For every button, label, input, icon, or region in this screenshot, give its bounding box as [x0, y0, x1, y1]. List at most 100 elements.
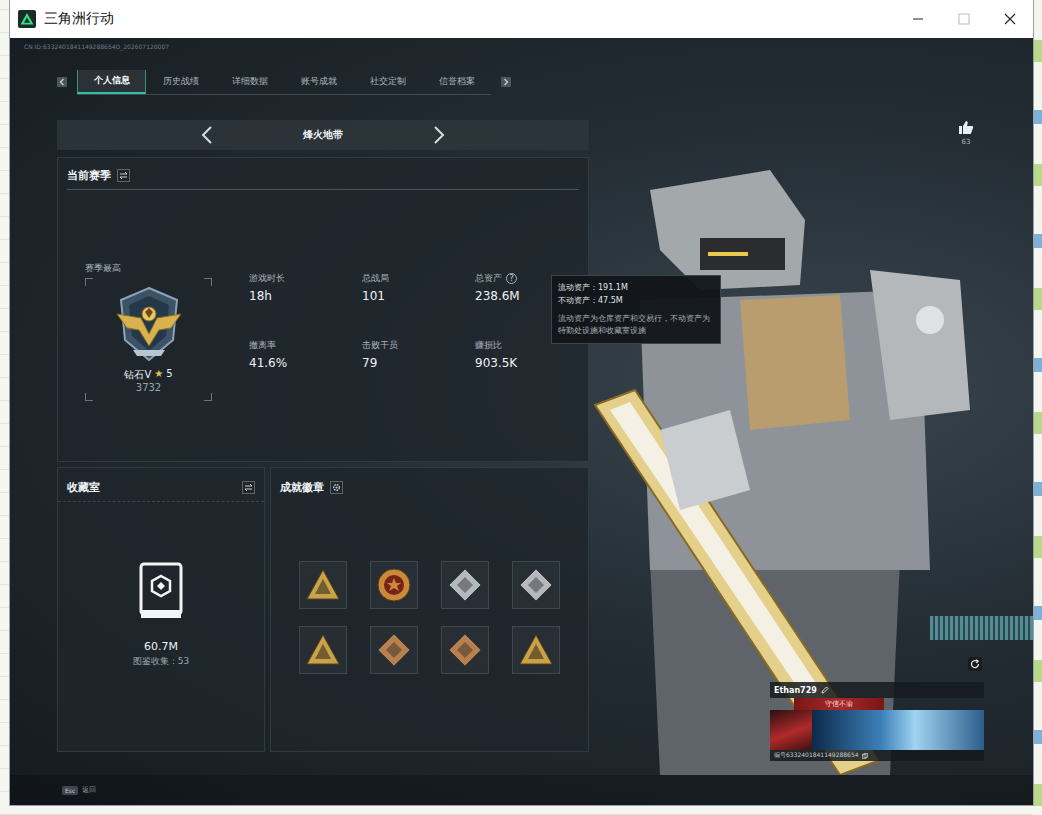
bottom-panels: 收藏室 60.7M 图鉴收集：53 成就徽章 — [57, 467, 589, 752]
swap-icon[interactable] — [242, 481, 255, 494]
stats-grid: 游戏时长18h总战局101总资产?238.6M撤离率41.6%击败干员79赚损比… — [249, 272, 588, 401]
tab[interactable]: 个人信息 — [77, 70, 146, 94]
badge[interactable] — [512, 561, 560, 609]
tab-next-icon[interactable] — [501, 77, 511, 87]
tab-bar: 个人信息历史战绩详细数据账号成就社交定制信誉档案 — [77, 70, 491, 95]
mode-next-icon[interactable] — [433, 126, 445, 144]
swap-icon[interactable] — [117, 169, 130, 182]
stat-label: 击败干员 — [362, 339, 398, 352]
stat-label-row: 总战局 — [362, 272, 475, 285]
season-panel: 当前赛季赛季最高钻石V★53732游戏时长18h总战局101总资产?238.6M… — [57, 157, 589, 462]
mode-prev-icon[interactable] — [201, 126, 213, 144]
stat-item: 撤离率 41.6% — [249, 339, 362, 370]
rank-score: 3732 — [136, 382, 161, 393]
badge[interactable] — [370, 626, 418, 674]
tooltip-note: 流动资产为仓库资产和交易行，不动资产为特勤处设施和收藏室设施 — [558, 313, 714, 337]
badge-emblem-icon — [447, 632, 483, 668]
light-strip — [930, 616, 1033, 640]
stat-label-row: 击败干员 — [362, 339, 475, 352]
rank-block: 赛季最高钻石V★53732 — [85, 262, 212, 401]
stat-label: 撤离率 — [249, 339, 276, 352]
rank-name: 钻石V★5 — [124, 368, 172, 382]
season-title-row: 当前赛季 — [67, 158, 579, 190]
window-title: 三角洲行动 — [44, 10, 895, 28]
badge-grid — [299, 561, 588, 674]
stat-label: 游戏时长 — [249, 272, 285, 285]
badges-panel: 成就徽章 — [270, 467, 589, 752]
gear-icon[interactable] — [330, 481, 343, 494]
stat-label-row: 撤离率 — [249, 339, 362, 352]
player-id-row: 编号6332401841149288654 — [770, 750, 984, 761]
thumbs-up-icon — [958, 120, 974, 135]
refresh-icon[interactable] — [968, 657, 982, 671]
stat-value: 101 — [362, 289, 475, 303]
tooltip-line: 流动资产：191.1M — [558, 281, 714, 294]
collection-title-row: 收藏室 — [58, 468, 264, 502]
player-avatar — [770, 710, 812, 750]
tab[interactable]: 详细数据 — [215, 70, 284, 94]
stat-item: 总战局 101 — [362, 272, 475, 303]
tab[interactable]: 信誉档案 — [422, 70, 491, 94]
frame-corner — [85, 278, 93, 286]
player-images — [770, 710, 984, 750]
player-name: Ethan729 — [774, 686, 817, 695]
badge[interactable] — [441, 626, 489, 674]
like-count: 63 — [962, 138, 971, 146]
badge-emblem-icon — [305, 633, 341, 667]
collection-title: 收藏室 — [67, 480, 100, 495]
rank-text: 钻石V — [124, 368, 151, 382]
badge[interactable] — [299, 561, 347, 609]
esc-key[interactable]: Esc — [62, 786, 78, 795]
star-count: 5 — [166, 368, 172, 382]
cabinet-icon — [138, 562, 184, 620]
tab-prev-icon[interactable] — [57, 77, 67, 87]
back-label[interactable]: 返回 — [82, 785, 96, 795]
rank-emblem-icon — [111, 284, 187, 364]
title-bar: 三角洲行动 — [10, 0, 1033, 38]
collection-value: 60.7M — [144, 640, 178, 653]
stat-label-row: 游戏时长 — [249, 272, 362, 285]
frame-corner — [204, 393, 212, 401]
best-label: 赛季最高 — [85, 262, 212, 275]
collection-panel: 收藏室 60.7M 图鉴收集：53 — [57, 467, 265, 752]
stat-label: 赚损比 — [475, 339, 502, 352]
tab[interactable]: 历史战绩 — [146, 70, 215, 94]
close-icon[interactable] — [987, 0, 1033, 38]
maximize-icon[interactable] — [941, 0, 987, 38]
badge-emblem-icon — [518, 633, 554, 667]
copy-icon[interactable] — [862, 753, 868, 759]
mode-label: 烽火地带 — [293, 128, 353, 142]
badges-title: 成就徽章 — [280, 480, 324, 495]
mode-selector: 烽火地带 — [57, 120, 589, 150]
frame-corner — [204, 278, 212, 286]
stat-item: 击败干员 79 — [362, 339, 475, 370]
minimize-icon[interactable] — [895, 0, 941, 38]
collection-caption: 图鉴收集：53 — [133, 655, 189, 668]
stat-item: 游戏时长18h — [249, 272, 362, 303]
stat-label: 总资产 — [475, 272, 502, 285]
season-title: 当前赛季 — [67, 168, 111, 183]
frame-corner — [85, 393, 93, 401]
stat-label: 总战局 — [362, 272, 389, 285]
game-screen: CN ID:6332401841149288654O_202607120007个… — [10, 38, 1033, 805]
star-icon: ★ — [154, 368, 163, 382]
help-icon[interactable]: ? — [506, 273, 517, 284]
badge[interactable] — [370, 561, 418, 609]
player-title: 守信不渝 — [794, 698, 884, 710]
badge[interactable] — [512, 626, 560, 674]
asset-tooltip: 流动资产：191.1M不动资产：47.5M流动资产为仓库资产和交易行，不动资产为… — [551, 275, 721, 344]
stat-value: 79 — [362, 356, 475, 370]
tab[interactable]: 社交定制 — [353, 70, 422, 94]
badge[interactable] — [299, 626, 347, 674]
like-button[interactable]: 63 — [956, 120, 976, 146]
stat-value: 41.6% — [249, 356, 362, 370]
badge-emblem-icon — [305, 568, 341, 602]
app-logo-icon — [18, 10, 36, 28]
badge-emblem-icon — [376, 632, 412, 668]
tab-row: 个人信息历史战绩详细数据账号成就社交定制信誉档案 — [10, 70, 1033, 94]
tab[interactable]: 账号成就 — [284, 70, 353, 94]
edit-icon[interactable] — [821, 686, 829, 694]
game-window: 三角洲行动 CN ID:6332401841149288654O_20260712… — [10, 0, 1033, 805]
badge[interactable] — [441, 561, 489, 609]
player-banner — [812, 710, 984, 750]
